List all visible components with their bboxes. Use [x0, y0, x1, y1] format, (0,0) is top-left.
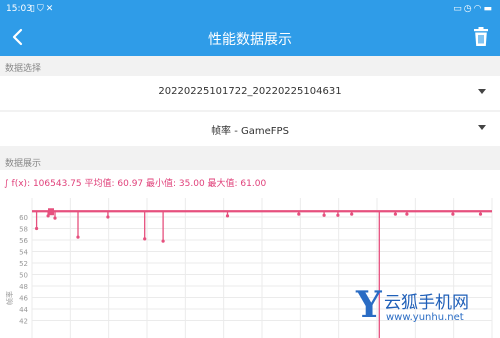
session-selector[interactable]: 20220225101722_20220225104631 — [0, 76, 500, 110]
page-title: 性能数据展示 — [208, 32, 292, 48]
y-tick-label: 58 — [19, 226, 28, 234]
y-tick-label: 48 — [19, 283, 28, 291]
y-tick-label: 42 — [19, 318, 28, 326]
data-point — [161, 239, 165, 243]
y-tick-label: 50 — [19, 272, 28, 280]
watermark-url: www.yunhu.net — [386, 312, 464, 323]
y-tick-label: 56 — [19, 237, 28, 245]
wifi-icon: ◠ — [473, 4, 484, 14]
data-point — [76, 235, 80, 239]
metric-selector[interactable]: 帧率 - GameFPS — [0, 112, 500, 146]
data-point — [393, 212, 397, 216]
stats-summary: ∫ f(x): 106543.75 平均值: 60.97 最小值: 35.00 … — [4, 179, 267, 189]
watermark: Y 云狐手机网 www.yunhu.net — [356, 284, 496, 334]
metric-value: 帧率 - GameFPS — [211, 126, 289, 137]
y-tick-label: 44 — [19, 306, 28, 314]
status-left-icons: ▯⛉✕ — [30, 4, 55, 14]
data-point — [478, 212, 483, 216]
watermark-logo-letter: Y — [356, 284, 382, 326]
y-tick-label: 60 — [19, 214, 28, 222]
data-point — [53, 216, 57, 220]
app-bar: 性能数据展示 — [0, 20, 500, 56]
status-bar: 15:03 ▯⛉✕ ▭◷◠▬ — [0, 0, 500, 20]
data-point — [350, 212, 354, 216]
chevron-down-icon — [478, 89, 486, 94]
data-select-label: 数据选择 — [5, 64, 42, 74]
cast-icon: ▭ — [453, 4, 464, 14]
status-right-icons: ▭◷◠▬ — [453, 4, 494, 14]
status-time: 15:03 — [6, 4, 32, 14]
trash-icon — [474, 27, 488, 46]
data-point — [451, 212, 455, 216]
delete-button[interactable] — [472, 27, 490, 47]
alarm-icon: ◷ — [463, 4, 474, 14]
data-point — [405, 212, 409, 216]
y-tick-label: 54 — [19, 249, 28, 257]
session-value: 20220225101722_20220225104631 — [158, 86, 342, 97]
sim-icon: ▯ — [30, 4, 37, 14]
battery-icon: ▬ — [483, 4, 494, 14]
data-point — [322, 213, 326, 217]
data-point — [35, 226, 39, 231]
tools-icon: ✕ — [45, 4, 56, 14]
y-tick-label: 46 — [19, 295, 28, 303]
y-axis-label: 帧率 — [5, 291, 14, 305]
data-point — [143, 237, 147, 241]
start-marker — [48, 208, 54, 216]
data-point — [336, 213, 340, 217]
y-tick-label: 52 — [19, 260, 28, 268]
data-point — [106, 215, 110, 219]
shield-icon: ⛉ — [36, 4, 46, 14]
data-point — [297, 212, 301, 216]
data-point — [225, 214, 230, 218]
chevron-down-icon — [478, 125, 486, 130]
data-display-label: 数据展示 — [5, 159, 42, 169]
watermark-brand: 云狐手机网 — [384, 293, 469, 313]
